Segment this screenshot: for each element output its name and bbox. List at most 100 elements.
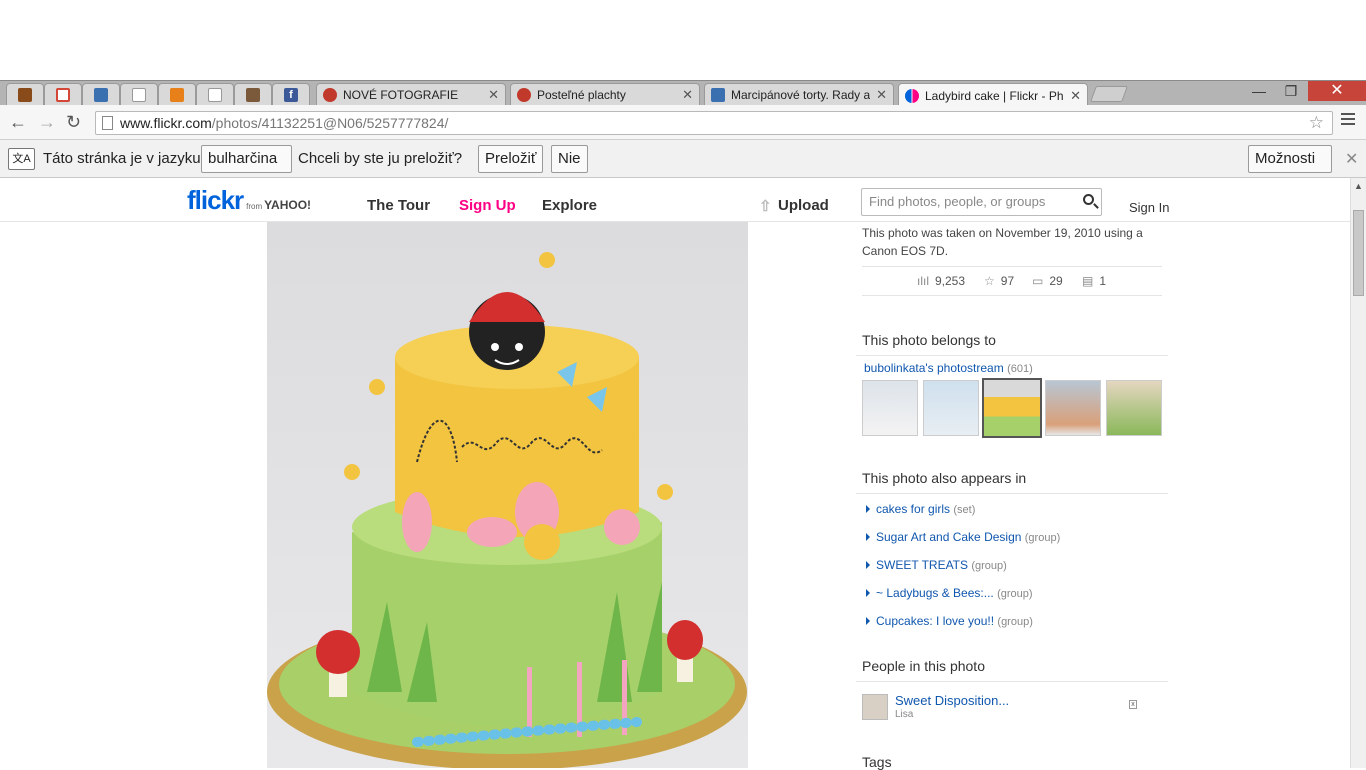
cake-photo	[267, 252, 747, 768]
scroll-up-arrow-icon[interactable]: ▲	[1354, 181, 1363, 191]
group-link[interactable]: SWEET TREATS	[876, 558, 968, 572]
close-tab-icon[interactable]: ✕	[682, 87, 693, 103]
back-arrow-icon[interactable]: ←	[9, 113, 27, 131]
nav-upload[interactable]: Upload	[778, 197, 829, 214]
thumbnail[interactable]	[1106, 380, 1162, 436]
divider	[856, 355, 1168, 356]
close-tab-icon[interactable]: ✕	[488, 87, 499, 103]
person-link[interactable]: Sweet Disposition...	[895, 693, 1009, 708]
group-kind: (group)	[997, 616, 1033, 628]
triangle-right-icon	[866, 617, 870, 625]
close-window-button[interactable]: ✕	[1308, 81, 1366, 101]
group-item[interactable]: Sugar Art and Cake Design (group)	[866, 530, 1060, 544]
nav-the-tour[interactable]: The Tour	[367, 197, 430, 214]
faves-stat[interactable]: ☆ 97	[984, 274, 1014, 288]
main-photo[interactable]	[267, 222, 748, 768]
minimize-button[interactable]: —	[1246, 81, 1272, 101]
tab-title: NOVÉ FOTOGRAFIE	[343, 88, 459, 102]
divider	[856, 493, 1168, 494]
triangle-right-icon	[866, 589, 870, 597]
sign-in-link[interactable]: Sign In	[1129, 200, 1169, 215]
notes-count: 1	[1099, 274, 1107, 288]
nav-explore[interactable]: Explore	[542, 197, 597, 214]
new-tab-button[interactable]	[1090, 86, 1128, 102]
group-link[interactable]: cakes for girls	[876, 502, 950, 516]
bookmark-star-icon[interactable]: ☆	[1309, 112, 1324, 134]
close-tab-icon[interactable]: ✕	[876, 87, 887, 103]
thumbnail-current[interactable]	[982, 378, 1042, 438]
tab-marcipanove-torty[interactable]: Marcipánové torty. Rady a ✕	[704, 83, 894, 106]
translate-icon: 文A	[8, 148, 35, 170]
photostream-row: bubolinkata's photostream (601)	[864, 361, 1033, 375]
thumbnail[interactable]	[1045, 380, 1101, 436]
person-subtitle: Lisa	[895, 709, 914, 720]
close-tab-icon[interactable]: ✕	[1070, 88, 1081, 104]
reload-icon[interactable]: ↻	[66, 113, 81, 131]
search-input[interactable]: Find photos, people, or groups	[861, 188, 1102, 216]
scrollbar[interactable]: ▲	[1350, 178, 1366, 768]
rocking-horse-icon	[94, 88, 108, 102]
translate-button[interactable]: Preložiť	[478, 145, 544, 173]
triangle-right-icon	[866, 561, 870, 569]
tab-pinned-5[interactable]	[158, 83, 196, 106]
address-bar[interactable]: www.flickr.com/photos/41132251@N06/52577…	[95, 111, 1333, 135]
close-translate-icon[interactable]: ✕	[1345, 149, 1358, 169]
views-icon: ılıl	[917, 274, 929, 288]
basket-icon	[246, 88, 260, 102]
page-icon	[102, 116, 113, 130]
tab-pinned-3[interactable]	[82, 83, 120, 106]
group-kind: (group)	[997, 588, 1033, 600]
tab-pinned-6[interactable]	[196, 83, 234, 106]
facebook-icon: f	[284, 88, 298, 102]
search-icon[interactable]	[1083, 194, 1094, 205]
menu-icon[interactable]	[1341, 113, 1355, 128]
language-value: bulharčina	[208, 150, 278, 167]
thumbnail[interactable]	[862, 380, 918, 436]
group-item[interactable]: Cupcakes: I love you!! (group)	[866, 614, 1033, 628]
group-link[interactable]: Cupcakes: I love you!!	[876, 614, 994, 628]
language-select[interactable]: bulharčina ▼	[201, 145, 292, 191]
triangle-right-icon	[866, 505, 870, 513]
options-label: Možnosti	[1255, 150, 1316, 167]
tab-pinned-1[interactable]	[6, 83, 44, 106]
photostream-count: (601)	[1007, 363, 1033, 375]
group-item[interactable]: cakes for girls (set)	[866, 502, 975, 516]
star-icon: ☆	[984, 274, 995, 288]
no-button[interactable]: Nie	[551, 145, 588, 173]
maximize-button[interactable]: ❐	[1278, 81, 1304, 101]
thumbnail[interactable]	[923, 380, 979, 436]
notes-stat[interactable]: ▤ 1	[1082, 274, 1106, 288]
group-item[interactable]: ~ Ladybugs & Bees:... (group)	[866, 586, 1033, 600]
tab-pinned-4[interactable]	[120, 83, 158, 106]
tab-ladybird-cake[interactable]: Ladybird cake | Flickr - Ph ✕	[898, 83, 1088, 107]
options-button[interactable]: Možnosti ▼	[1248, 145, 1332, 191]
tab-postelne-plachty[interactable]: Posteľné plachty ✕	[510, 83, 700, 106]
nav-sign-up[interactable]: Sign Up	[459, 197, 516, 214]
translate-text: Táto stránka je v jazyku	[43, 150, 201, 167]
rocking-horse-icon	[711, 88, 725, 102]
logo-from: from	[246, 202, 263, 211]
group-link[interactable]: ~ Ladybugs & Bees:...	[876, 586, 994, 600]
scrollbar-thumb[interactable]	[1353, 210, 1364, 296]
tab-title: Marcipánové torty. Rady a	[731, 88, 871, 102]
comments-stat[interactable]: ▭ 29	[1032, 274, 1063, 288]
group-link[interactable]: Sugar Art and Cake Design	[876, 530, 1021, 544]
remove-person-icon[interactable]: x	[1129, 700, 1137, 709]
forward-arrow-icon[interactable]: →	[38, 113, 56, 131]
group-item[interactable]: SWEET TREATS (group)	[866, 558, 1007, 572]
url-host: www.flickr.com	[120, 115, 212, 131]
translate-bar: 文A Táto stránka je v jazyku bulharčina ▼…	[0, 140, 1366, 191]
tab-nove-fotografie[interactable]: NOVÉ FOTOGRAFIE ✕	[316, 83, 506, 106]
tab-pinned-gmail[interactable]	[44, 83, 82, 106]
group-kind: (group)	[971, 560, 1007, 572]
divider	[856, 681, 1168, 682]
photo-taken-info: This photo was taken on November 19, 201…	[862, 226, 1143, 258]
tab-pinned-7[interactable]	[234, 83, 272, 106]
gmail-icon	[56, 88, 70, 102]
faves-count: 97	[1000, 274, 1015, 288]
tab-pinned-facebook[interactable]: f	[272, 83, 310, 106]
avatar[interactable]	[862, 694, 888, 720]
appears-heading: This photo also appears in	[862, 470, 1027, 486]
photostream-link[interactable]: bubolinkata's photostream	[864, 361, 1004, 375]
flickr-logo[interactable]: flickr from YAHOO!	[187, 185, 311, 216]
